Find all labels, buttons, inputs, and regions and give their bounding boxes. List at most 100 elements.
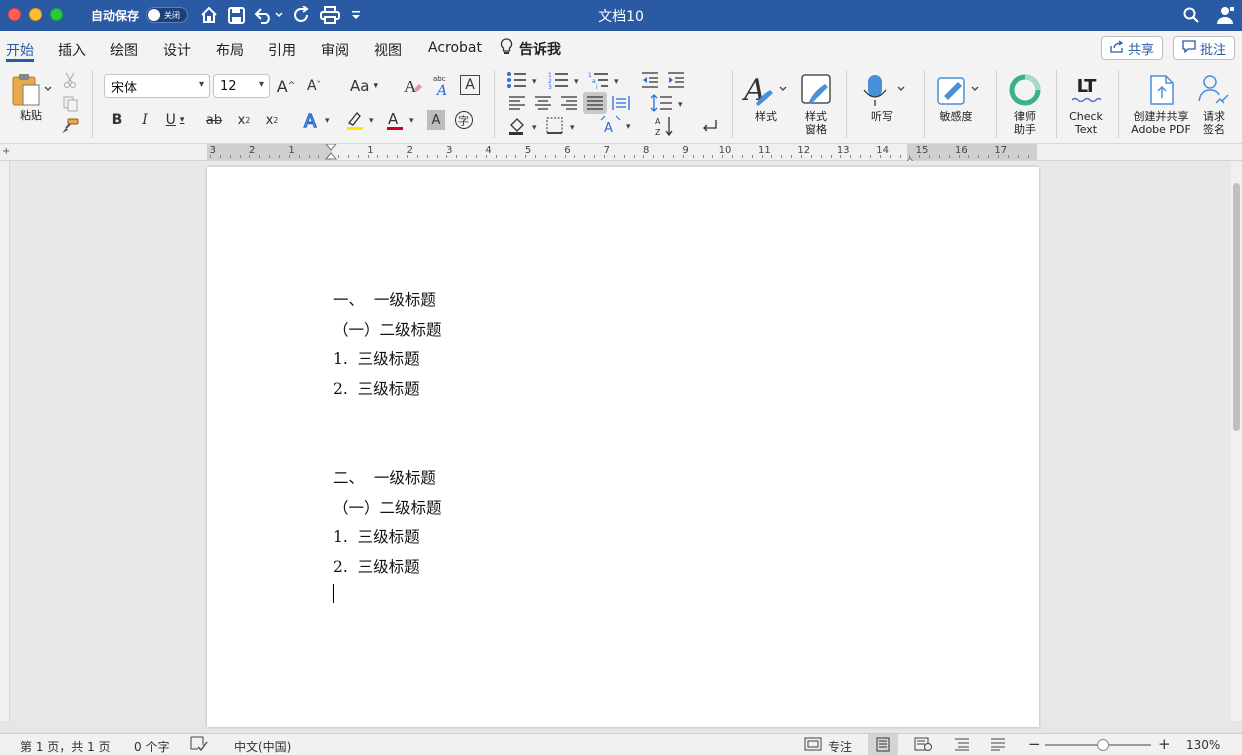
scrollbar-thumb[interactable] [1233, 183, 1240, 431]
tab-review[interactable]: 审阅 [321, 40, 349, 60]
minimize-window-button[interactable] [29, 8, 42, 21]
align-left-icon[interactable] [507, 94, 527, 112]
text-effects-icon[interactable]: A ▾ [303, 108, 333, 132]
focus-icon[interactable] [804, 737, 822, 754]
horizontal-ruler[interactable]: + 3 2 1 1 2 3 4 5 6 7 8 9 10 11 12 13 14 15 16 17 [0, 143, 1242, 165]
redo-icon[interactable] [292, 4, 312, 26]
highlight-color-icon[interactable]: ▾ [345, 108, 379, 132]
clear-formatting-icon[interactable]: A [402, 75, 424, 97]
font-size-select[interactable]: 12 ▾ [213, 74, 270, 98]
draft-view-icon[interactable] [990, 737, 1006, 754]
tab-home[interactable]: 开始 [6, 40, 34, 60]
tell-me-search[interactable]: 告诉我 [500, 38, 561, 59]
align-right-icon[interactable] [559, 94, 579, 112]
request-signature-button[interactable] [1194, 70, 1234, 110]
autosave-toggle[interactable]: 关闭 [146, 7, 188, 23]
print-icon[interactable] [319, 4, 341, 26]
dictate-button[interactable] [858, 70, 910, 110]
borders-icon[interactable]: ▾ [546, 116, 580, 136]
undo-icon[interactable] [253, 4, 283, 26]
language-indicator[interactable]: 中文(中国) [234, 738, 291, 755]
align-center-icon[interactable] [533, 94, 553, 112]
account-icon[interactable] [1214, 4, 1236, 26]
copy-icon[interactable] [60, 94, 80, 114]
bullets-icon[interactable]: ▾ [506, 70, 540, 90]
heading-3[interactable]: 2. 三级标题 [333, 377, 420, 399]
print-layout-view-button[interactable] [868, 734, 898, 755]
heading-3[interactable]: 1. 三级标题 [333, 525, 420, 547]
search-icon[interactable] [1181, 4, 1201, 26]
focus-label[interactable]: 专注 [828, 738, 852, 755]
tab-acrobat[interactable]: Acrobat [428, 40, 482, 56]
zoom-slider-thumb[interactable] [1097, 739, 1110, 751]
tab-view[interactable]: 视图 [374, 40, 402, 60]
close-window-button[interactable] [8, 8, 21, 21]
page-count[interactable]: 第 1 页，共 1 页 [20, 738, 111, 755]
italic-button[interactable]: I [136, 110, 154, 130]
enclose-character-icon[interactable]: 字 [454, 110, 474, 130]
underline-button[interactable]: U ▾ [162, 110, 188, 130]
cut-icon[interactable] [60, 70, 80, 90]
superscript-button[interactable]: x2 [262, 110, 282, 130]
tab-layout[interactable]: 布局 [216, 40, 244, 60]
vertical-ruler[interactable] [0, 161, 10, 721]
tab-references[interactable]: 引用 [268, 40, 296, 60]
home-icon[interactable] [199, 4, 219, 26]
tab-insert[interactable]: 插入 [58, 40, 86, 60]
paragraph-mark-icon[interactable] [698, 116, 720, 136]
line-spacing-icon[interactable]: ▾ [650, 94, 688, 112]
decrease-indent-icon[interactable] [640, 70, 660, 90]
sensitivity-button[interactable] [934, 70, 984, 110]
phonetic-guide-icon[interactable]: abc A [430, 73, 454, 97]
justify-icon[interactable] [583, 92, 607, 114]
proofing-icon[interactable] [190, 736, 208, 755]
asian-layout-icon[interactable]: A ▾ [600, 114, 636, 138]
character-shading-icon[interactable]: A [427, 110, 445, 130]
comments-button[interactable]: 批注 [1173, 36, 1236, 60]
languagetool-icon[interactable]: LT [1066, 72, 1106, 106]
zoom-out-button[interactable]: − [1028, 735, 1041, 753]
web-layout-view-icon[interactable] [914, 737, 932, 754]
heading-2[interactable]: （一）二级标题 [333, 318, 442, 340]
tab-draw[interactable]: 绘图 [110, 40, 138, 60]
tab-design[interactable]: 设计 [163, 40, 191, 60]
maximize-window-button[interactable] [50, 8, 63, 21]
document-page[interactable]: 一、 一级标题 （一）二级标题 1. 三级标题 2. 三级标题 二、 一级标题 … [207, 167, 1039, 727]
font-color-icon[interactable]: A ▾ [385, 108, 419, 132]
shrink-font-icon[interactable]: Aˇ [303, 76, 325, 96]
shading-icon[interactable]: ▾ [508, 116, 542, 136]
share-button[interactable]: 共享 [1101, 36, 1164, 60]
heading-3[interactable]: 2. 三级标题 [333, 555, 420, 577]
character-border-icon[interactable]: A [460, 75, 480, 95]
multilevel-list-icon[interactable]: 1 a i ▾ [588, 70, 622, 90]
word-count[interactable]: 0 个字 [134, 738, 169, 755]
sort-icon[interactable]: AZ [654, 114, 676, 138]
create-pdf-button[interactable] [1142, 70, 1182, 110]
heading-1[interactable]: 二、 一级标题 [333, 466, 436, 488]
styles-gallery-button[interactable]: A [742, 70, 790, 110]
heading-1[interactable]: 一、 一级标题 [333, 288, 436, 310]
zoom-slider[interactable] [1045, 739, 1151, 751]
zoom-in-button[interactable]: + [1158, 735, 1171, 753]
distributed-icon[interactable] [611, 94, 631, 112]
check-text-label[interactable]: Check Text [1062, 110, 1110, 136]
save-icon[interactable] [226, 4, 246, 26]
numbering-icon[interactable]: 1 2 3 ▾ [548, 70, 582, 90]
font-name-select[interactable]: 宋体 ▾ [104, 74, 210, 98]
increase-indent-icon[interactable] [666, 70, 686, 90]
change-case-icon[interactable]: Aa ▾ [345, 76, 383, 96]
grow-font-icon[interactable]: A ^ [275, 76, 297, 96]
outline-view-icon[interactable] [954, 737, 970, 754]
bold-button[interactable]: B [108, 110, 126, 130]
styles-pane-button[interactable] [798, 70, 834, 110]
lawyer-assistant-button[interactable] [1006, 70, 1044, 110]
paste-button[interactable] [8, 70, 54, 110]
format-painter-icon[interactable] [60, 116, 80, 136]
zoom-level[interactable]: 130% [1186, 738, 1220, 752]
heading-2[interactable]: （一）二级标题 [333, 496, 442, 518]
heading-3[interactable]: 1. 三级标题 [333, 347, 420, 369]
customize-icon[interactable] [349, 4, 363, 26]
strikethrough-button[interactable]: ab [203, 110, 225, 130]
vertical-scrollbar[interactable] [1231, 161, 1242, 721]
subscript-button[interactable]: x2 [234, 110, 254, 130]
